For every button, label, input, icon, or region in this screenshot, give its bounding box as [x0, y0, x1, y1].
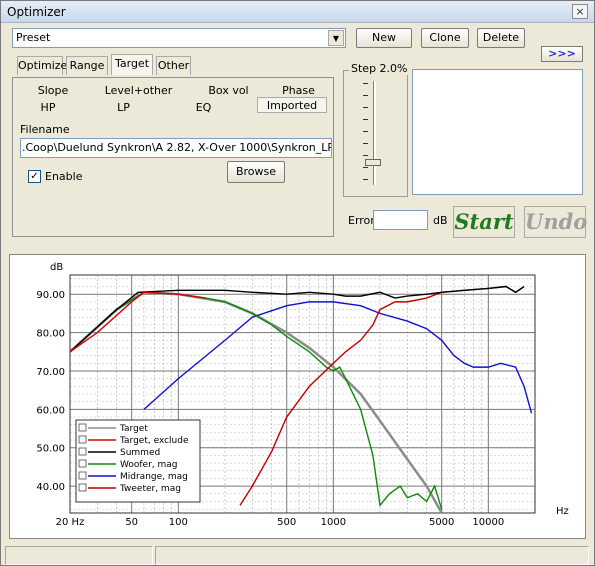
legend-label: Woofer, mag: [120, 460, 178, 470]
delete-button[interactable]: Delete: [477, 28, 525, 48]
check-icon: ✓: [30, 171, 39, 182]
status-bar: [1, 546, 594, 566]
y-tick-label: 60.00: [36, 405, 65, 416]
error-label: Error: [348, 214, 375, 227]
frequency-response-chart: 90.00 80.00 70.00 60.00 50.00 40.00 20 Hz 50 100…: [9, 254, 586, 539]
preset-select[interactable]: Preset ▼: [12, 28, 346, 48]
tab-phase[interactable]: Phase: [266, 82, 331, 98]
undo-label: Undo: [525, 209, 588, 234]
x-tick-label: 100: [169, 517, 188, 528]
tab-optimize[interactable]: Optimize: [17, 56, 67, 75]
y-tick-label: 70.00: [36, 367, 65, 378]
tab-hp[interactable]: HP: [18, 99, 78, 115]
slider-tick: [363, 131, 368, 132]
error-unit: dB: [433, 214, 448, 227]
y-axis-label: dB: [50, 262, 63, 273]
legend-label: Target, exclude: [119, 436, 189, 446]
window-title: Optimizer: [7, 5, 66, 19]
filename-value: .Coop\Duelund Synkron\A 2.82, X-Over 100…: [22, 141, 332, 154]
legend-label: Target: [119, 424, 148, 434]
clone-button[interactable]: Clone: [421, 28, 469, 48]
chart-svg: 90.00 80.00 70.00 60.00 50.00 40.00 20 Hz 50 100…: [36, 262, 569, 528]
legend-checkbox: [78, 435, 87, 444]
error-field[interactable]: [373, 210, 428, 230]
chevron-down-icon[interactable]: ▼: [328, 30, 344, 46]
results-list[interactable]: [412, 69, 583, 195]
filename-label: Filename: [20, 123, 70, 136]
tab-eq[interactable]: EQ: [171, 99, 236, 115]
status-pane-right: [155, 546, 589, 565]
slider-tick: [363, 143, 368, 144]
slider-tick: [363, 179, 368, 180]
x-tick-label: 500: [277, 517, 296, 528]
slider-tick: [363, 119, 368, 120]
y-tick-label: 90.00: [36, 290, 65, 301]
tab-slope[interactable]: Slope: [18, 82, 88, 98]
start-label: Start: [454, 209, 514, 234]
y-tick-label: 80.00: [36, 329, 65, 340]
close-button[interactable]: ×: [572, 4, 588, 19]
slider-tick: [363, 155, 368, 156]
enable-checkbox[interactable]: ✓: [28, 170, 41, 183]
legend-checkbox: [78, 471, 87, 480]
legend-checkbox: [78, 483, 87, 492]
slider-tick: [363, 107, 368, 108]
optimizer-window: Optimizer × Preset ▼ New Clone Delete >>…: [0, 0, 595, 566]
slider-tick: [363, 167, 368, 168]
legend-checkbox: [78, 459, 87, 468]
start-button[interactable]: Start: [453, 206, 515, 238]
x-tick-label: 10000: [472, 517, 504, 528]
tab-box-vol[interactable]: Box vol: [191, 82, 266, 98]
status-pane-left: [5, 546, 153, 565]
x-tick-label: 50: [125, 517, 138, 528]
slider-tick: [363, 95, 368, 96]
step-slider-thumb[interactable]: [365, 159, 381, 166]
preset-value: Preset: [16, 31, 51, 44]
filename-field[interactable]: .Coop\Duelund Synkron\A 2.82, X-Over 100…: [20, 138, 332, 158]
new-button[interactable]: New: [356, 28, 412, 48]
legend-label: Tweeter, mag: [119, 484, 181, 494]
x-tick-label: 1000: [321, 517, 346, 528]
y-tick-label: 40.00: [36, 482, 65, 493]
tab-other[interactable]: Other: [156, 56, 191, 75]
undo-button[interactable]: Undo: [524, 206, 588, 238]
title-bar[interactable]: Optimizer ×: [1, 1, 594, 23]
tab-lp[interactable]: LP: [91, 99, 156, 115]
x-tick-label: 5000: [429, 517, 454, 528]
legend-checkbox: [78, 423, 87, 432]
legend-label: Midrange, mag: [120, 472, 188, 482]
browse-button[interactable]: Browse: [227, 161, 285, 183]
slider-tick: [363, 83, 368, 84]
x-tick-label: 20 Hz: [56, 517, 85, 528]
tab-level-other[interactable]: Level+other: [91, 82, 186, 98]
tab-range[interactable]: Range: [66, 56, 108, 75]
step-slider-track[interactable]: [373, 81, 376, 185]
legend-checkbox: [78, 447, 87, 456]
series-line-target-exclude: [69, 291, 206, 353]
x-axis-label: Hz: [556, 506, 569, 517]
enable-label: Enable: [45, 170, 83, 183]
step-label: Step 2.0%: [349, 62, 410, 75]
y-tick-label: 50.00: [36, 444, 65, 455]
tab-target[interactable]: Target: [111, 54, 153, 75]
legend-label: Summed: [120, 448, 160, 458]
tab-imported[interactable]: Imported: [257, 97, 327, 113]
more-button[interactable]: >>>: [541, 46, 583, 62]
